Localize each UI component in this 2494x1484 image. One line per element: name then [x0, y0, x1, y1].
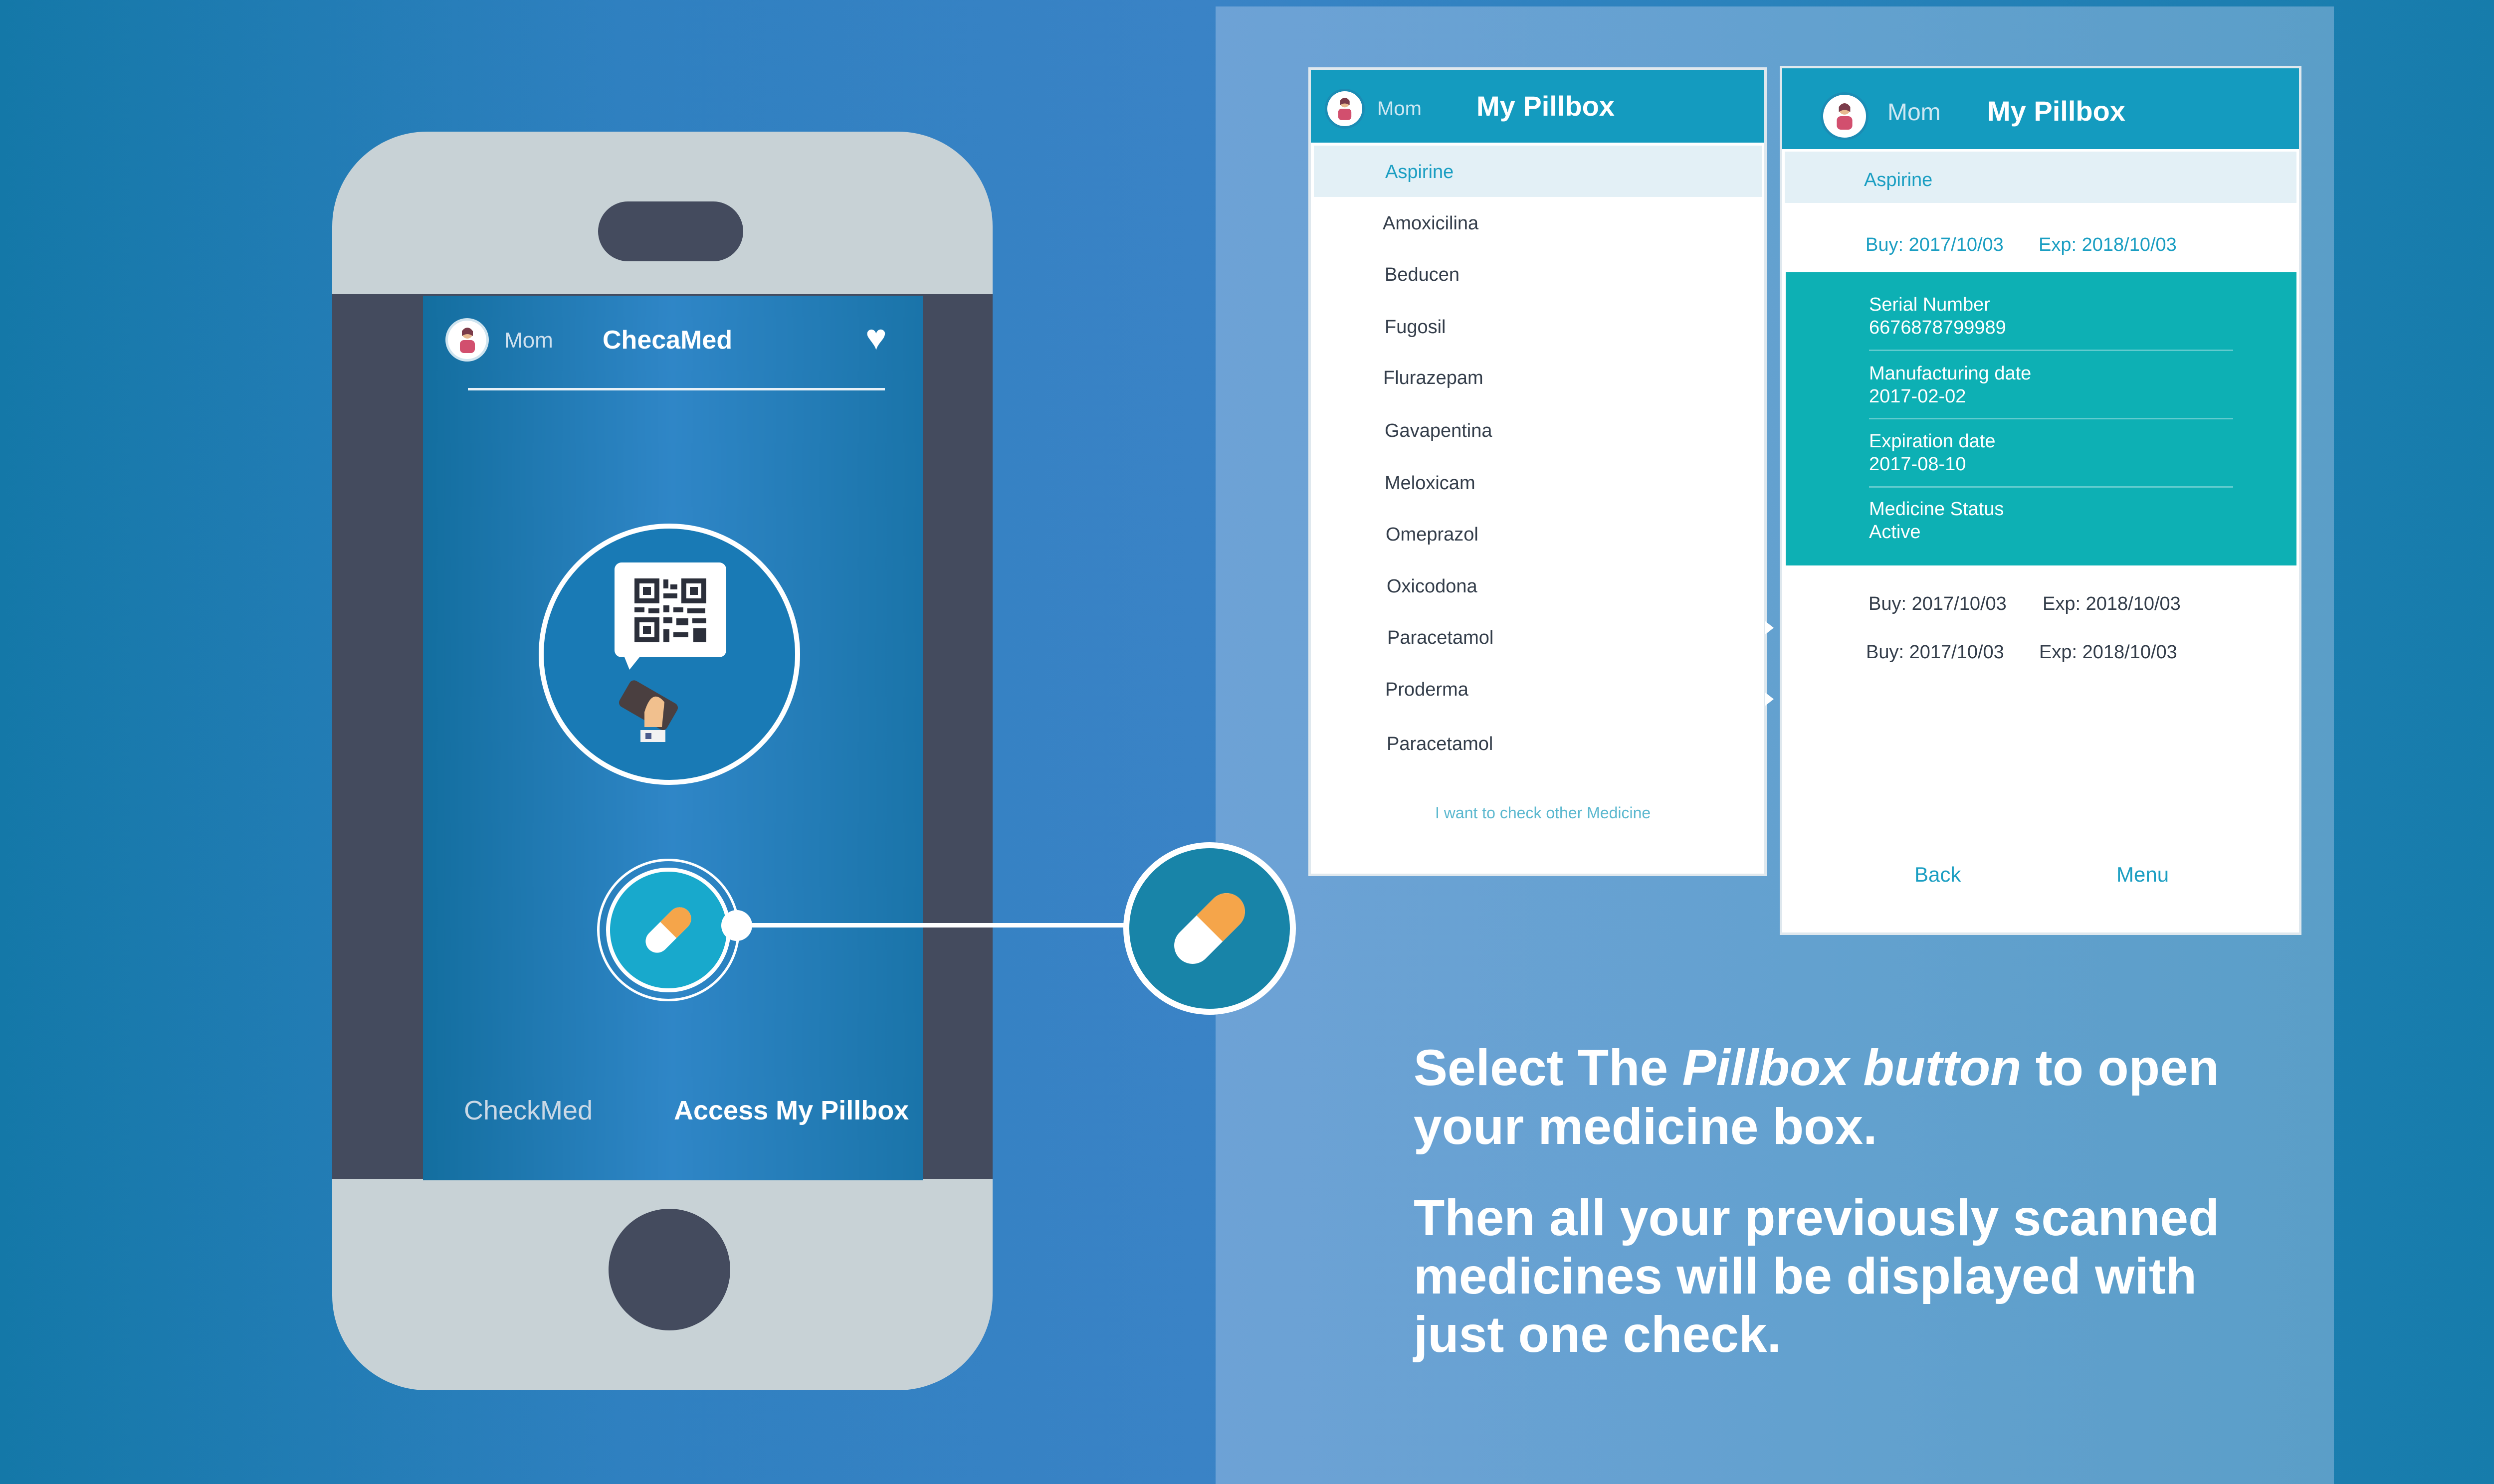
qr-scan-icon: [615, 562, 726, 742]
profile-name: Mom: [1887, 99, 1941, 126]
phone-home-button[interactable]: [609, 1209, 730, 1330]
phone-speaker: [598, 201, 743, 261]
pill-icon: [645, 907, 691, 953]
caption-line-2: your medicine box.: [1414, 1098, 1877, 1155]
list-item[interactable]: Gavapentina: [1385, 420, 1492, 442]
history-buy: Buy: 2017/10/03: [1866, 642, 2004, 663]
heart-icon[interactable]: ♥: [865, 320, 887, 356]
pill-icon: [1174, 893, 1245, 964]
connector-line: [737, 923, 1126, 928]
list-item[interactable]: Paracetamol: [1387, 734, 1493, 755]
pill-highlight: [1123, 842, 1296, 1015]
info-value: 2017-02-02: [1869, 386, 1966, 407]
avatar-icon[interactable]: [1325, 89, 1365, 129]
buy-date: Buy: 2017/10/03: [1866, 234, 2004, 255]
history-exp: Exp: 2018/10/03: [2043, 593, 2181, 614]
avatar-icon[interactable]: [445, 318, 489, 362]
info-label: Medicine Status: [1869, 499, 2004, 520]
list-item[interactable]: Fugosil: [1385, 317, 1446, 338]
profile-name: Mom: [1377, 98, 1422, 120]
info-label: Serial Number: [1869, 294, 1990, 315]
back-button[interactable]: Back: [1914, 863, 1961, 887]
selected-medicine-name: Aspirine: [1864, 170, 1933, 190]
menu-button[interactable]: Menu: [2116, 863, 2169, 887]
list-item[interactable]: Omeprazol: [1386, 524, 1478, 546]
list-item[interactable]: Flurazepam: [1383, 368, 1483, 389]
pillbox-title: My Pillbox: [1987, 95, 2125, 127]
list-item[interactable]: Oxicodona: [1387, 576, 1477, 597]
nav-checkmed[interactable]: CheckMed: [464, 1095, 593, 1126]
check-other-medicine-link[interactable]: I want to check other Medicine: [1435, 804, 1651, 822]
info-divider: [1869, 350, 2233, 351]
info-value: 6676878799989: [1869, 317, 2006, 338]
app-title: ChecaMed: [603, 326, 733, 355]
medicine-info-panel: Serial Number 6676878799989 Manufacturin…: [1786, 272, 2296, 565]
exp-date: Exp: 2018/10/03: [2039, 234, 2177, 255]
arrow-right-icon: [1765, 621, 1774, 635]
list-item[interactable]: Beducen: [1385, 264, 1459, 286]
history-exp: Exp: 2018/10/03: [2039, 642, 2177, 663]
avatar-icon[interactable]: [1821, 92, 1869, 140]
info-value: 2017-08-10: [1869, 454, 1966, 475]
list-item[interactable]: Proderma: [1385, 679, 1468, 701]
profile-name: Mom: [504, 328, 553, 353]
caption-emphasis: Pillbox button: [1682, 1039, 2022, 1096]
list-item-selected-bg: [1314, 146, 1762, 197]
list-item[interactable]: Amoxicilina: [1383, 213, 1478, 234]
list-item[interactable]: Aspirine: [1385, 162, 1454, 183]
info-label: Manufacturing date: [1869, 363, 2032, 384]
header-divider: [468, 388, 885, 390]
caption-para2-line-2: medicines will be displayed with: [1414, 1248, 2197, 1304]
history-buy: Buy: 2017/10/03: [1869, 593, 2007, 614]
info-label: Expiration date: [1869, 431, 1996, 452]
caption-text: to open: [2021, 1039, 2220, 1096]
info-divider: [1869, 486, 2233, 488]
selected-medicine-bg: [1785, 152, 2296, 203]
caption-para2-line-1: Then all your previously scanned: [1414, 1189, 2220, 1246]
nav-access-pillbox[interactable]: Access My Pillbox: [674, 1095, 909, 1126]
caption-line-1: Select The Pillbox button to open: [1414, 1038, 2219, 1097]
info-divider: [1869, 418, 2233, 419]
pillbox-button[interactable]: [606, 868, 731, 992]
info-value: Active: [1869, 522, 1921, 543]
pillbox-title: My Pillbox: [1476, 90, 1615, 122]
caption-text: Select The: [1414, 1039, 1682, 1096]
list-item[interactable]: Paracetamol: [1387, 627, 1493, 649]
list-item[interactable]: Meloxicam: [1385, 473, 1475, 494]
arrow-right-icon: [1765, 692, 1774, 706]
caption-para2-line-3: just one check.: [1414, 1306, 1781, 1363]
